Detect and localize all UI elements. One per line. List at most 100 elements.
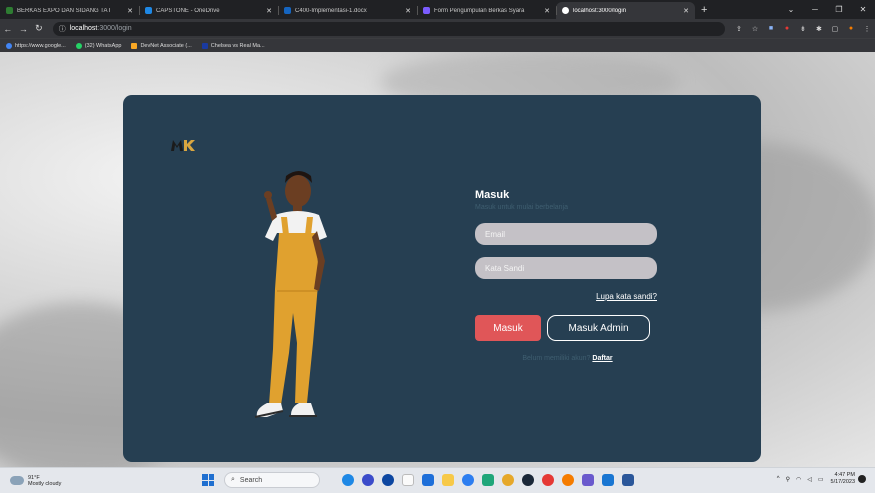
close-tab-icon[interactable]: ✕ [405, 7, 411, 15]
search-icon: ⌕ [231, 476, 235, 483]
register-prompt-text: Belum memiliki akun? [522, 355, 591, 362]
clock-time: 4:47 PM [834, 472, 855, 478]
windows-start-icon[interactable] [202, 474, 214, 486]
chrome-icon[interactable] [502, 474, 514, 486]
extension-icon[interactable]: ■ [764, 24, 778, 34]
login-button[interactable]: Masuk [475, 315, 541, 341]
localhost-favicon-icon [562, 7, 569, 14]
extensions-puzzle-icon[interactable]: ✱ [812, 24, 826, 34]
bookmark-item[interactable]: Chelsea vs Real Ma... [201, 42, 265, 49]
close-tab-icon[interactable]: ✕ [544, 7, 550, 15]
browser-tab[interactable]: C400-Implementasi-1.docx ✕ [278, 2, 417, 19]
menu-kebab-icon[interactable]: ⋮ [860, 24, 874, 34]
browser-toolbar: ← → ↻ ⓘ localhost:3000/login ⇪ ☆ ■ ● ⇟ ✱… [0, 19, 875, 38]
address-bar[interactable]: ⓘ localhost:3000/login [52, 21, 725, 36]
email-field[interactable] [475, 223, 657, 245]
browser-tab[interactable]: Form Pengumpulan Berkas Syara ✕ [417, 2, 556, 19]
browser-tab[interactable]: CAPSTONE - OneDrive ✕ [139, 2, 278, 19]
tab-title: CAPSTONE - OneDrive [156, 7, 220, 14]
share-icon[interactable]: ⇪ [732, 24, 746, 34]
widgets-icon[interactable] [342, 474, 354, 486]
edge-icon[interactable] [462, 474, 474, 486]
weather-desc: Mostly cloudy [28, 480, 62, 487]
bookmark-item[interactable]: https://www.google... [6, 42, 66, 49]
sidebar-icon[interactable]: ▢ [828, 24, 842, 34]
bookmark-item[interactable]: DevNet Associate (... [131, 42, 192, 49]
weather-widget[interactable]: 91°F Mostly cloudy [10, 475, 61, 487]
restore-icon[interactable]: ❐ [827, 5, 851, 14]
tab-search-icon[interactable]: ⌄ [779, 5, 803, 14]
toolbar-icons: ⇪ ☆ ■ ● ⇟ ✱ ▢ ● ⋮ [731, 24, 875, 34]
copilot-icon[interactable] [382, 474, 394, 486]
browser-tab-strip: BERKAS EXPO DAN SIDANG TA I ✕ CAPSTONE -… [0, 0, 875, 19]
media-icon[interactable] [542, 474, 554, 486]
google-icon [6, 42, 12, 49]
folder-icon [131, 42, 138, 49]
system-tray: ^ ⚲ ◠ ◁ ▭ 4:47 PM 5/17/2023 [774, 472, 869, 486]
login-subtitle: Masuk untuk mulai berbelanja [475, 204, 568, 211]
login-card: Masuk Masuk untuk mulai berbelanja Lupa … [123, 95, 761, 462]
site-info-icon[interactable]: ⓘ [59, 24, 66, 34]
sports-site-icon [201, 42, 208, 49]
browser-tab[interactable]: BERKAS EXPO DAN SIDANG TA I ✕ [0, 2, 139, 19]
tab-title: BERKAS EXPO DAN SIDANG TA I [17, 7, 111, 14]
wifi-icon[interactable]: ◠ [796, 476, 801, 483]
forward-icon[interactable]: → [16, 24, 32, 34]
login-title: Masuk [475, 189, 510, 201]
close-window-icon[interactable]: ✕ [851, 5, 875, 14]
extension-red-icon[interactable]: ● [780, 24, 794, 34]
minimize-icon[interactable]: ─ [803, 5, 827, 14]
battery-icon[interactable]: ▭ [818, 476, 824, 483]
login-actions: Masuk Masuk Admin [475, 315, 660, 341]
reload-icon[interactable]: ↻ [31, 23, 47, 34]
word-doc-icon [284, 7, 291, 14]
chat-icon[interactable] [482, 474, 494, 486]
whatsapp-icon [75, 42, 82, 49]
profile-avatar-icon[interactable]: ● [844, 24, 858, 34]
admin-login-button[interactable]: Masuk Admin [547, 315, 650, 341]
notification-icon[interactable] [858, 475, 866, 483]
address-path: :3000/login [97, 25, 132, 32]
file-icon[interactable] [402, 474, 414, 486]
file-explorer-icon[interactable] [442, 474, 454, 486]
tab-title: Form Pengumpulan Berkas Syara [434, 7, 525, 14]
close-tab-icon[interactable]: ✕ [266, 7, 272, 15]
cloud-icon [10, 476, 24, 485]
bookmark-star-icon[interactable]: ☆ [748, 24, 762, 34]
page-background: Masuk Masuk untuk mulai berbelanja Lupa … [0, 52, 875, 467]
new-tab-button[interactable]: + [701, 2, 707, 19]
close-tab-icon[interactable]: ✕ [127, 7, 133, 15]
address-host: localhost [69, 25, 98, 32]
bookmark-item[interactable]: (32) WhatsApp [75, 42, 121, 49]
close-tab-icon[interactable]: ✕ [683, 7, 689, 15]
meet-icon[interactable] [362, 474, 374, 486]
tab-title: C400-Implementasi-1.docx [295, 7, 367, 14]
window-controls: ⌄ ─ ❐ ✕ [779, 0, 875, 19]
git-icon[interactable] [582, 474, 594, 486]
bookmark-label: https://www.google... [15, 42, 66, 49]
network-icon[interactable]: ⚲ [786, 476, 790, 483]
login-form: Masuk Masuk untuk mulai berbelanja Lupa … [475, 189, 660, 362]
extension-pin-icon[interactable]: ⇟ [796, 24, 810, 34]
bookmark-label: DevNet Associate (... [140, 42, 192, 49]
clock-date: 5/17/2023 [830, 479, 855, 485]
tab-title: localhost:3000/login [573, 7, 627, 14]
taskbar-search[interactable]: ⌕ Search [224, 472, 320, 488]
back-icon[interactable]: ← [0, 24, 16, 34]
password-field[interactable] [475, 257, 657, 279]
vscode-icon[interactable] [602, 474, 614, 486]
clock[interactable]: 4:47 PM 5/17/2023 [831, 472, 855, 486]
word-icon[interactable] [622, 474, 634, 486]
app-l-icon[interactable] [422, 474, 434, 486]
register-link[interactable]: Daftar [592, 355, 612, 362]
taskbar-center: ⌕ Search [202, 472, 638, 488]
windows-taskbar: 91°F Mostly cloudy ⌕ Search ^ ⚲ ◠ ◁ ▭ 4:… [0, 467, 875, 493]
browser-tab-active[interactable]: localhost:3000/login ✕ [556, 2, 695, 19]
forms-icon [423, 7, 430, 14]
steam-icon[interactable] [522, 474, 534, 486]
chrome-profile-icon[interactable] [562, 474, 574, 486]
forgot-password-link[interactable]: Lupa kata sandi? [475, 292, 657, 301]
volume-icon[interactable]: ◁ [807, 476, 812, 483]
tray-chevron-icon[interactable]: ^ [777, 476, 780, 482]
register-prompt: Belum memiliki akun? Daftar [475, 355, 660, 362]
